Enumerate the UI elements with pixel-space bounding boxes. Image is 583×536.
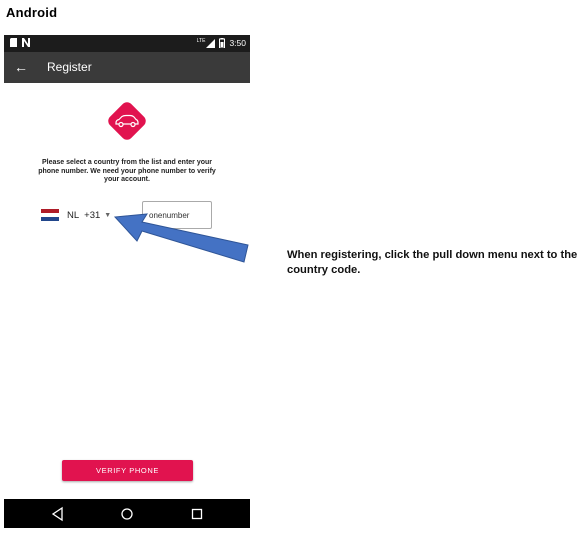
phone-number-input[interactable]	[142, 201, 212, 229]
car-logo-icon	[108, 102, 146, 140]
instructions-text: Please select a country from the list an…	[38, 159, 216, 184]
netherlands-flag-icon	[41, 209, 59, 221]
back-triangle-icon[interactable]	[50, 506, 66, 522]
phone-screen: LTE 3:50 ← Register Please select a coun…	[4, 35, 250, 528]
back-arrow-icon[interactable]: ←	[14, 58, 28, 76]
n-notification-icon	[22, 38, 30, 47]
recents-square-icon[interactable]	[189, 506, 205, 522]
annotation-text: When registering, click the pull down me…	[287, 249, 578, 276]
country-code: NL	[67, 209, 80, 221]
dropdown-chevron-icon[interactable]: ▼	[104, 212, 111, 219]
clock: 3:50	[229, 38, 246, 48]
sd-card-icon	[10, 38, 17, 47]
signal-icon	[206, 38, 216, 48]
country-picker[interactable]: NL +31 ▼	[41, 207, 111, 223]
network-type: LTE	[196, 38, 206, 44]
battery-icon	[219, 38, 226, 48]
home-circle-icon[interactable]	[119, 506, 135, 522]
app-title: Register	[47, 60, 92, 74]
dial-code: +31	[84, 209, 101, 221]
app-bar: ← Register	[4, 52, 250, 83]
status-bar: LTE 3:50	[4, 35, 250, 52]
verify-phone-button[interactable]: VERIFY PHONE	[62, 460, 193, 481]
android-nav-bar	[4, 499, 250, 528]
platform-label: Android	[6, 5, 58, 20]
